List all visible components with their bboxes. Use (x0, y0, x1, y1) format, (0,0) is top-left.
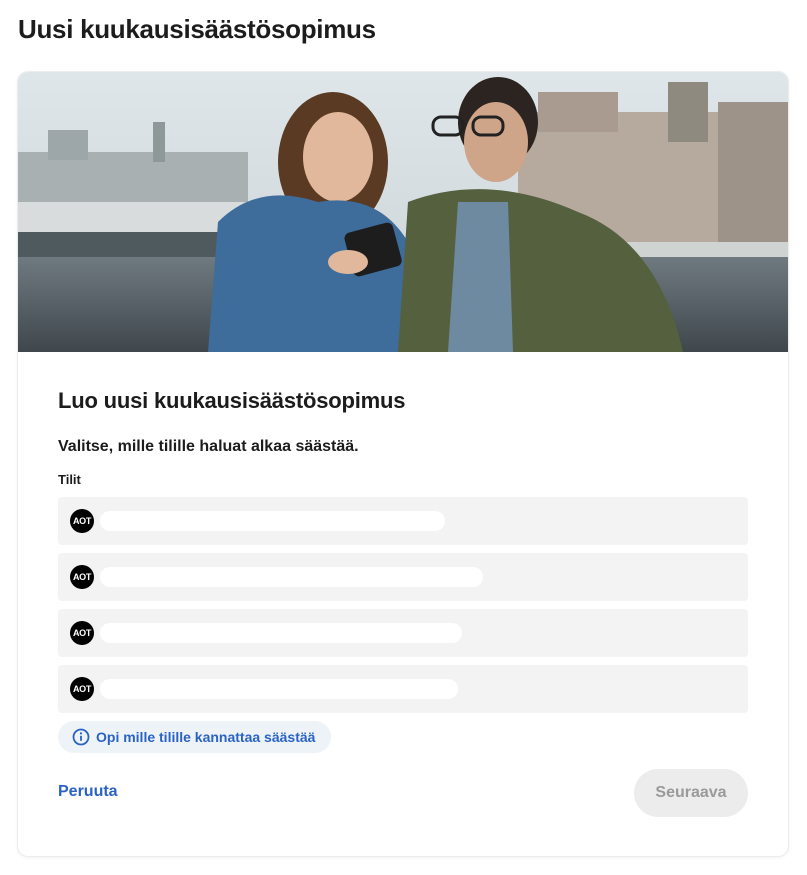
account-list: AOT AOT AOT AOT (58, 497, 748, 713)
redacted-account-name (100, 511, 445, 531)
account-instruction: Valitse, mille tilille haluat alkaa sääs… (58, 438, 359, 455)
hero-image (18, 72, 788, 352)
redacted-account-name (100, 679, 458, 699)
account-option[interactable]: AOT (58, 497, 748, 545)
account-option[interactable]: AOT (58, 665, 748, 713)
account-badge: AOT (70, 677, 94, 701)
saving-tips-link[interactable]: Opi mille tilille kannattaa säästää (58, 721, 332, 753)
savings-agreement-card: Luo uusi kuukausisäästösopimus Valitse, … (18, 72, 788, 856)
account-option[interactable]: AOT (58, 609, 748, 657)
form-heading: Luo uusi kuukausisäästösopimus (58, 388, 406, 413)
account-badge: AOT (70, 621, 94, 645)
redacted-account-name (100, 623, 462, 643)
accounts-label: Tilit (58, 472, 81, 487)
account-badge: AOT (70, 509, 94, 533)
info-icon (72, 728, 90, 746)
account-badge: AOT (70, 565, 94, 589)
page-title: Uusi kuukausisäästösopimus (18, 14, 376, 44)
cancel-link[interactable]: Peruuta (58, 783, 118, 801)
next-button[interactable]: Seuraava (634, 769, 748, 817)
redacted-account-name (100, 567, 483, 587)
saving-tips-label: Opi mille tilille kannattaa säästää (96, 729, 316, 745)
account-option[interactable]: AOT (58, 553, 748, 601)
